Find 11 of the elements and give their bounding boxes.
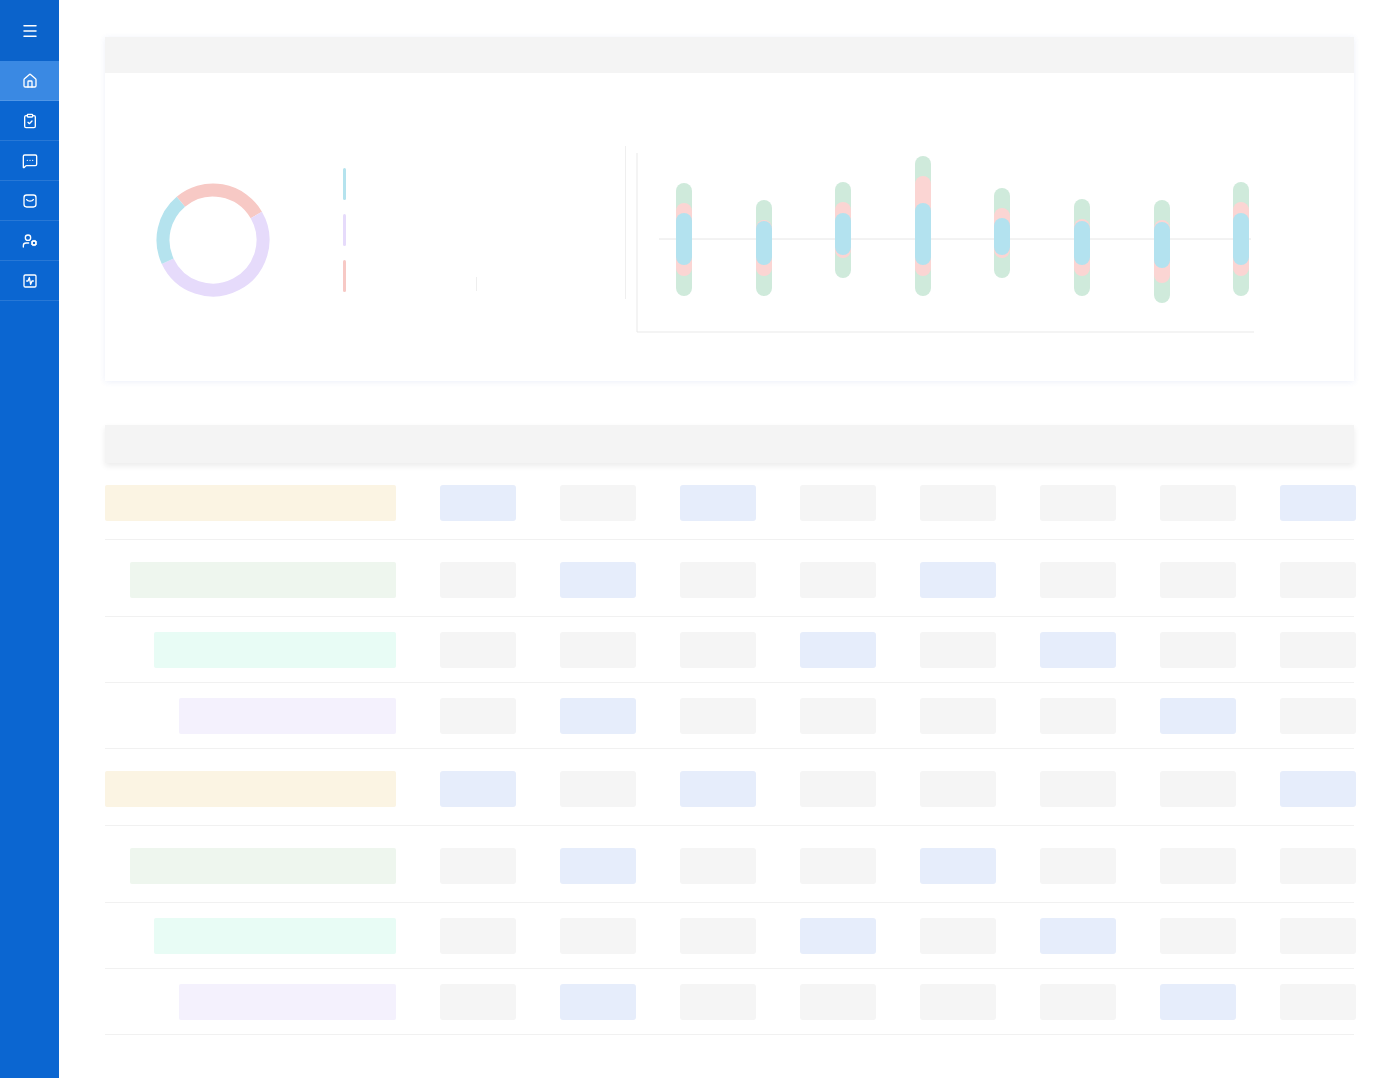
menu-button[interactable]	[0, 0, 59, 61]
legend-mark	[343, 168, 346, 200]
tray-icon	[21, 192, 38, 209]
legend-mark	[343, 260, 346, 292]
chat-icon	[21, 152, 38, 169]
clipboard-check-icon	[21, 112, 38, 129]
pulse-icon	[21, 272, 38, 289]
home-icon	[21, 72, 38, 89]
user-gear-icon	[21, 232, 38, 249]
sidebar-item[interactable]	[0, 61, 59, 101]
legend-mark	[343, 214, 346, 246]
